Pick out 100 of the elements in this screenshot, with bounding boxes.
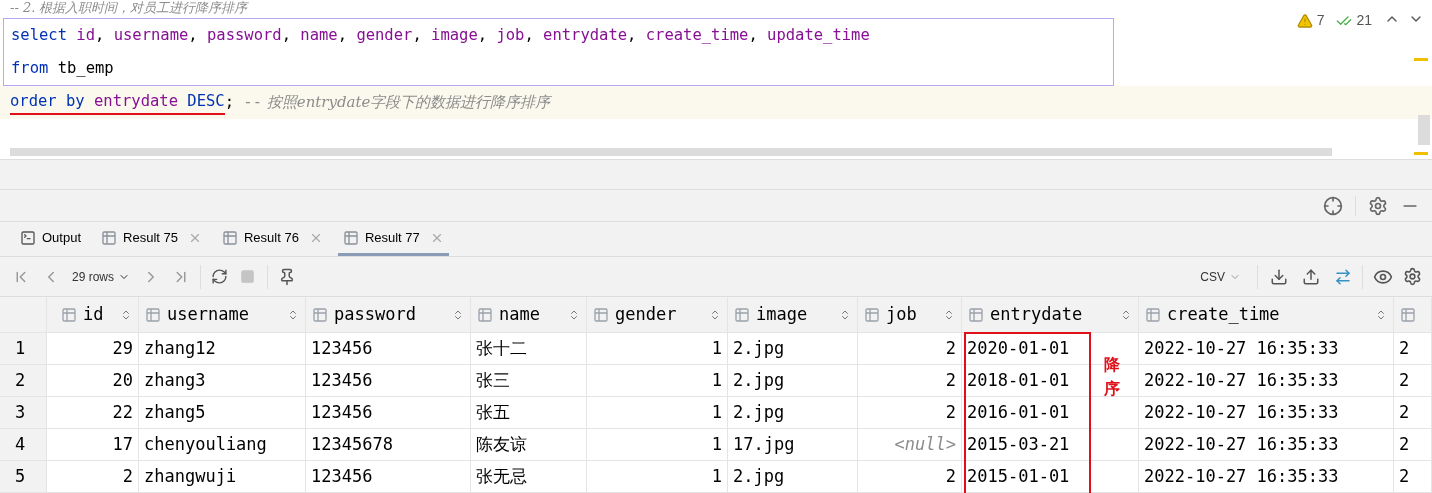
code-line: order by entrydate DESC [10,89,225,116]
column-icon [593,306,609,323]
column-icon [61,306,77,323]
table-icon [221,229,238,246]
table-cell-text: 2.jpg [733,336,785,360]
warning-icon [1296,12,1313,29]
column-header[interactable]: entrydate [962,297,1139,332]
column-header[interactable]: username [139,297,306,332]
column-header[interactable]: password [306,297,471,332]
table-cell-text: 2 [1399,336,1410,360]
sort-icon[interactable] [120,308,132,321]
column-icon [312,306,328,323]
column-header[interactable]: job [858,297,962,332]
table-cell-text: 2 [122,464,133,488]
table-cell-text: 张五 [476,400,510,424]
column-header[interactable]: name [471,297,587,332]
table-cell-text: zhang5 [144,400,206,424]
row-number: 3 [15,400,26,424]
sort-icon[interactable] [1375,308,1387,321]
sort-icon[interactable] [452,308,464,321]
table-cell-text: 2015-03-21 [967,432,1070,456]
column-icon [1400,306,1416,323]
table-cell-text: 2 [1399,464,1410,488]
table-cell-text: 2022-10-27 16:35:33 [1144,432,1339,456]
table-cell-text: 2 [945,336,956,360]
result-tab[interactable]: Result 75 [96,222,207,256]
code-comment: ; -- 按照entrydate字段下的数据进行降序排序 [224,91,551,113]
table-cell-text: chenyouliang [144,432,267,456]
table-cell-text: 2 [1399,432,1410,456]
table-cell-text: 2022-10-27 16:35:33 [1144,464,1339,488]
vertical-scrollbar[interactable] [1418,115,1430,145]
download-icon[interactable] [1270,267,1288,286]
crosshair-icon[interactable] [1323,195,1343,216]
sort-icon[interactable] [709,308,721,321]
table-icon [342,229,359,246]
table-cell-text: 1 [711,432,722,456]
settings-icon[interactable] [1368,195,1388,216]
table-cell-text: 123456 [311,464,373,488]
table-cell-text: 2 [1399,368,1410,392]
table-cell-text: 2 [945,368,956,392]
rows-dropdown[interactable]: 29 rows [72,267,131,286]
warning-count[interactable]: 7 [1316,10,1325,31]
table-cell-text: 陈友谅 [476,432,527,456]
table-cell-text: 2 [945,400,956,424]
table-cell-text: 2018-01-01 [967,368,1070,392]
row-number: 5 [15,464,26,488]
table-cell-text: zhang12 [144,336,216,360]
warning-marker [1414,58,1428,61]
table-cell-text: 17.jpg [733,432,795,456]
format-dropdown[interactable]: CSV [1200,267,1241,286]
table-cell-text: 22 [112,400,133,424]
table-cell-text: 2015-01-01 [967,464,1070,488]
null-value: <null> [894,432,956,456]
annotation-text: 降序 [1104,354,1120,400]
column-icon [864,306,880,323]
upload-icon[interactable] [1302,267,1320,286]
sort-icon[interactable] [839,308,851,321]
result-tab[interactable]: Result 76 [216,222,328,256]
row-number: 2 [15,368,26,392]
terminal-icon [20,229,36,246]
refresh-icon[interactable] [211,268,229,285]
column-icon [734,306,750,323]
table-cell-text: 2022-10-27 16:35:33 [1144,336,1339,360]
row-number: 4 [15,432,26,456]
code-comment: -- 2. 根据入职时间，对员工进行降序排序 [10,1,248,15]
column-icon [145,306,161,323]
column-icon [1145,306,1161,323]
column-header[interactable]: create_time [1139,297,1394,332]
table-cell-text: 2.jpg [733,464,785,488]
table-cell-text: 2.jpg [733,368,785,392]
column-icon [477,306,493,323]
table-cell-text: 12345678 [311,432,393,456]
column-header[interactable]: id [47,297,139,332]
table-icon [101,229,118,246]
row-number: 1 [15,336,26,360]
table-cell-text: 2016-01-01 [967,400,1070,424]
table-cell-text: 2 [1399,400,1410,424]
table-cell-text: 123456 [311,368,373,392]
code-line: select id, username, password, name, gender, image, job, entrydate, create_time, update_time [11,24,870,46]
table-cell-text: 1 [711,400,722,424]
sort-icon[interactable] [943,308,955,321]
table-cell-text: 张三 [476,368,510,392]
table-cell-text: zhang3 [144,368,206,392]
column-header[interactable]: gender [587,297,728,332]
table-cell-text: 2.jpg [733,400,785,424]
sort-icon[interactable] [287,308,299,321]
table-cell-text: 17 [112,432,133,456]
check-count[interactable]: 21 [1356,10,1372,31]
table-cell-text: 1 [711,368,722,392]
table-cell-text: 2020-01-01 [967,336,1070,360]
result-tab[interactable]: Output [15,222,87,256]
compare-arrows-icon[interactable] [1334,267,1352,286]
settings-icon[interactable] [1403,267,1422,286]
sort-icon[interactable] [568,308,580,321]
horizontal-scrollbar[interactable] [10,148,1332,156]
sort-icon[interactable] [1120,308,1132,321]
table-cell-text: 2022-10-27 16:35:33 [1144,400,1339,424]
column-header[interactable]: image [728,297,858,332]
table-cell-text: 2022-10-27 16:35:33 [1144,368,1339,392]
table-cell-text: 29 [112,336,133,360]
